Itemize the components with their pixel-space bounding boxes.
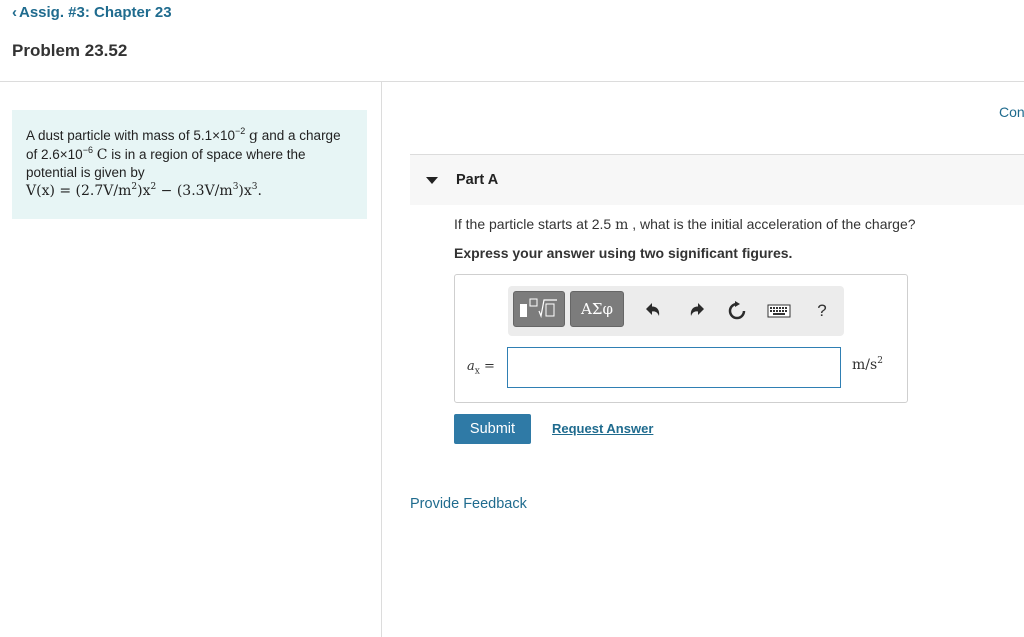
submit-button[interactable]: Submit (454, 414, 531, 444)
charge-unit: C (96, 146, 108, 163)
mass-exponent: −2 (235, 126, 246, 136)
templates-icon (520, 298, 557, 319)
problem-statement: A dust particle with mass of 5.1×10−2 g … (12, 110, 367, 219)
keyboard-button[interactable] (764, 300, 794, 322)
part-title: Part A (456, 172, 499, 188)
distance-unit: m (615, 217, 629, 233)
reset-icon (728, 301, 746, 320)
question-text: If the particle starts at 2.5 m , what i… (454, 216, 916, 233)
back-to-assignment-link[interactable]: ‹ Assig. #3: Chapter 23 (12, 4, 172, 21)
column-divider (381, 82, 382, 637)
part-a-header[interactable] (410, 155, 1024, 205)
math-toolbar: ΑΣφ ? (508, 286, 844, 336)
request-answer-link[interactable]: Request Answer (552, 421, 653, 436)
greek-symbols-button[interactable]: ΑΣφ (570, 291, 624, 327)
help-button[interactable]: ? (810, 296, 834, 326)
answer-variable-label: ax = (467, 359, 495, 377)
reset-button[interactable] (724, 298, 750, 324)
provide-feedback-link[interactable]: Provide Feedback (410, 496, 527, 512)
potential-equation: V(x) = (2.7V/m2)x2 − (3.3V/m3)x3. (26, 181, 262, 199)
chevron-left-icon: ‹ (12, 4, 17, 21)
undo-button[interactable] (640, 298, 666, 324)
header-divider (0, 81, 1024, 82)
answer-input[interactable] (507, 347, 841, 388)
instruction-text: Express your answer using two significan… (454, 245, 793, 261)
mass-unit: g (249, 128, 258, 144)
redo-icon (690, 303, 704, 316)
keyboard-icon (767, 304, 791, 318)
collapse-triangle-icon[interactable] (426, 177, 438, 184)
answer-units: m/s2 (852, 356, 883, 374)
continue-link[interactable]: Con (999, 104, 1024, 120)
undo-icon (646, 303, 660, 316)
back-link-label: Assig. #3: Chapter 23 (19, 4, 172, 21)
problem-title: Problem 23.52 (12, 41, 128, 60)
redo-button[interactable] (684, 298, 710, 324)
statement-text-1: A dust particle with mass of 5.1×10 (26, 128, 235, 143)
templates-button[interactable] (513, 291, 565, 327)
charge-exponent: −6 (82, 144, 93, 155)
